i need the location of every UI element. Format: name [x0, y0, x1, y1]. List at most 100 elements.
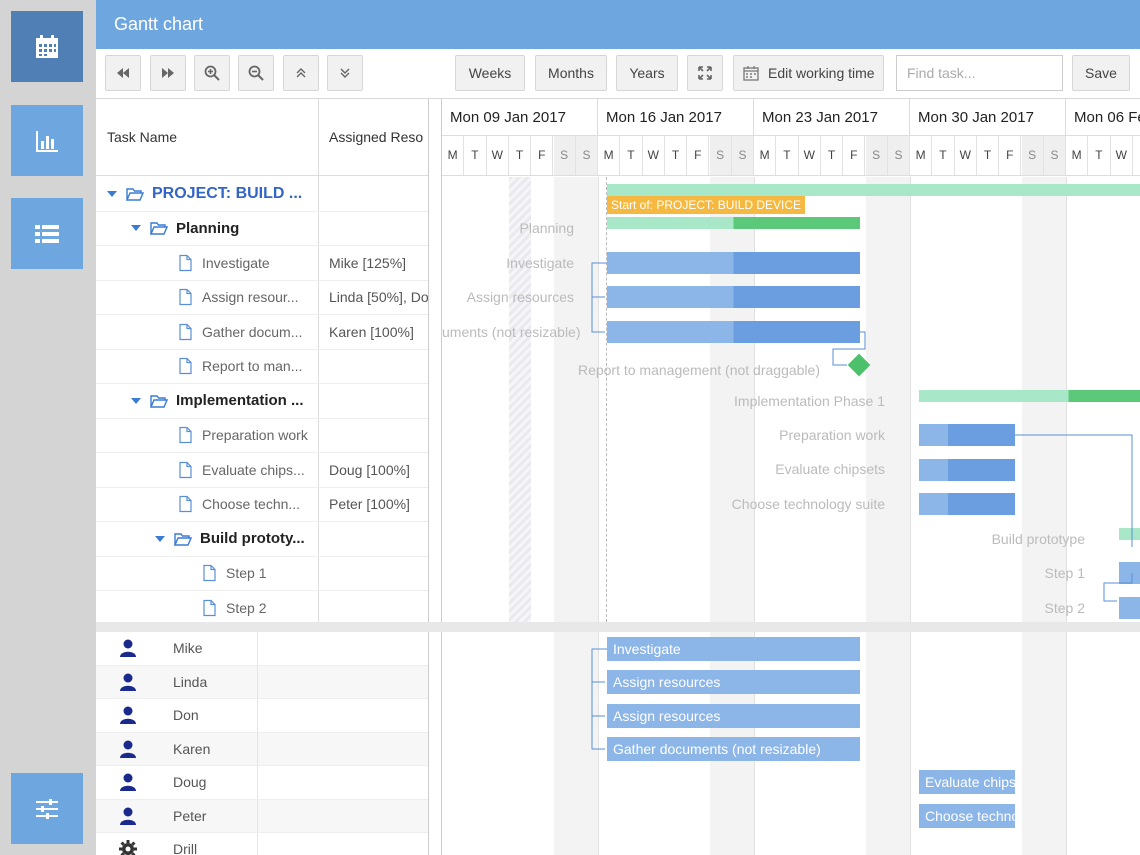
bar-label: Assign resources	[466, 289, 574, 305]
task-row[interactable]: Assign resour... Linda [50%], Do	[96, 281, 428, 315]
document-icon	[179, 289, 192, 306]
task-name: Gather docum...	[202, 323, 303, 340]
previous-button[interactable]	[105, 55, 141, 91]
calendar-view-button[interactable]	[11, 11, 83, 82]
week-header: Mon 06 Fe	[1066, 99, 1140, 136]
resource-name: Drill	[173, 841, 198, 855]
task-row[interactable]: Preparation work	[96, 419, 428, 453]
toolbar: Weeks Months Years Edit working time Sav…	[96, 49, 1140, 99]
collapse-arrow-icon[interactable]	[155, 535, 165, 542]
task-row[interactable]: Step 1	[96, 557, 428, 591]
task-row[interactable]: Planning	[96, 212, 428, 246]
list-view-button[interactable]	[11, 198, 83, 269]
day-header: W	[643, 136, 665, 175]
implementation-summary-bar[interactable]	[919, 390, 1140, 402]
investigate-task-bar[interactable]	[607, 252, 860, 274]
day-header: S	[1021, 136, 1044, 175]
panel-divider[interactable]	[96, 622, 1140, 632]
week-line	[598, 177, 599, 622]
task-row[interactable]: Gather docum... Karen [100%]	[96, 315, 428, 350]
panel-splitter[interactable]	[428, 99, 442, 855]
user-icon	[120, 740, 136, 758]
collapse-arrow-icon[interactable]	[107, 190, 117, 197]
save-button[interactable]: Save	[1072, 55, 1130, 91]
resource-row[interactable]: Don	[96, 699, 428, 733]
document-icon	[179, 358, 192, 375]
task-row[interactable]: Step 2	[96, 591, 428, 622]
weeks-button[interactable]: Weeks	[455, 55, 525, 91]
evaluate-task-bar[interactable]	[919, 459, 1015, 481]
prototype-summary-bar[interactable]	[1119, 528, 1140, 540]
find-task-input[interactable]	[896, 55, 1063, 91]
task-name-cell: Implementation ...	[96, 384, 318, 418]
edit-working-time-button[interactable]: Edit working time	[733, 55, 884, 91]
resource-assignment-bar[interactable]: Assign resources	[607, 704, 860, 728]
resource-assignment-bar[interactable]: Assign resources	[607, 670, 860, 694]
resource-assignment-bar[interactable]: Gather documents (not resizable)	[607, 737, 860, 761]
collapse-all-button[interactable]	[283, 55, 319, 91]
week-line	[910, 177, 911, 622]
resource-assignment-bar[interactable]: Evaluate chipse	[919, 770, 1015, 794]
project-summary-bar[interactable]	[607, 184, 1140, 196]
task-name-cell: PROJECT: BUILD ...	[96, 177, 318, 211]
settings-button[interactable]	[11, 773, 83, 844]
resource-row[interactable]: Drill	[96, 833, 428, 855]
chart-view-button[interactable]	[11, 105, 83, 176]
bar-label: Planning	[519, 220, 575, 236]
task-name-cell: Assign resour...	[96, 281, 318, 315]
week-line	[1066, 632, 1067, 855]
start-marker-label: Start of: PROJECT: BUILD DEVICE	[607, 196, 806, 214]
resource-row[interactable]: Mike	[96, 632, 428, 666]
week-header: Mon 16 Jan 2017	[598, 99, 754, 136]
resource-row[interactable]: Peter	[96, 799, 428, 833]
task-resources-cell	[329, 350, 428, 384]
rewind-icon	[117, 68, 129, 78]
preparation-task-bar[interactable]	[919, 424, 1015, 446]
gather-documents-task-bar[interactable]	[607, 321, 860, 343]
choose-technology-task-bar[interactable]	[919, 493, 1015, 515]
months-button[interactable]: Months	[535, 55, 607, 91]
resource-assignment-bar[interactable]: Choose techno	[919, 804, 1015, 828]
task-row[interactable]: Build prototy...	[96, 522, 428, 557]
bar-label: Evaluate chipsets	[775, 461, 885, 477]
task-row[interactable]: Implementation ...	[96, 384, 428, 419]
column-header-task-name[interactable]: Task Name	[96, 99, 318, 175]
task-row[interactable]: Investigate Mike [125%]	[96, 246, 428, 281]
resource-row[interactable]: Karen	[96, 732, 428, 766]
collapse-arrow-icon[interactable]	[131, 225, 141, 232]
resource-row[interactable]: Linda	[96, 665, 428, 699]
zoom-out-button[interactable]	[238, 55, 274, 91]
user-icon	[120, 773, 136, 791]
day-header: S	[709, 136, 732, 175]
task-row[interactable]: Evaluate chips... Doug [100%]	[96, 453, 428, 488]
fullscreen-button[interactable]	[687, 55, 723, 91]
resource-column-divider	[257, 799, 258, 832]
task-row[interactable]: Choose techn... Peter [100%]	[96, 488, 428, 522]
document-icon	[179, 254, 192, 271]
task-row[interactable]: Report to man...	[96, 350, 428, 384]
expand-all-button[interactable]	[327, 55, 363, 91]
zoom-in-button[interactable]	[194, 55, 230, 91]
day-header: M	[1066, 136, 1089, 175]
step1-task-bar[interactable]	[1119, 562, 1140, 584]
task-name: Evaluate chips...	[202, 461, 305, 478]
day-header: S	[887, 136, 911, 175]
day-header: T	[509, 136, 532, 175]
task-resources-cell: Mike [125%]	[329, 254, 407, 271]
next-button[interactable]	[150, 55, 186, 91]
task-row[interactable]: PROJECT: BUILD ...	[96, 177, 428, 212]
task-name: Preparation work	[202, 427, 308, 444]
resource-row[interactable]: Doug	[96, 766, 428, 800]
assign-resources-task-bar[interactable]	[607, 286, 860, 308]
task-name: PROJECT: BUILD ...	[152, 184, 303, 202]
resource-column-divider	[257, 665, 258, 698]
column-header-assigned-resources[interactable]: Assigned Reso	[318, 99, 428, 175]
years-button[interactable]: Years	[616, 55, 678, 91]
collapse-arrow-icon[interactable]	[131, 397, 141, 404]
resource-assignment-bar[interactable]: Investigate	[607, 637, 860, 661]
task-name-cell: Step 2	[96, 591, 318, 622]
planning-summary-bar[interactable]	[607, 217, 860, 229]
step2-task-bar[interactable]	[1119, 597, 1140, 619]
task-name: Build prototy...	[200, 530, 305, 548]
bar-label: Investigate	[506, 255, 574, 271]
